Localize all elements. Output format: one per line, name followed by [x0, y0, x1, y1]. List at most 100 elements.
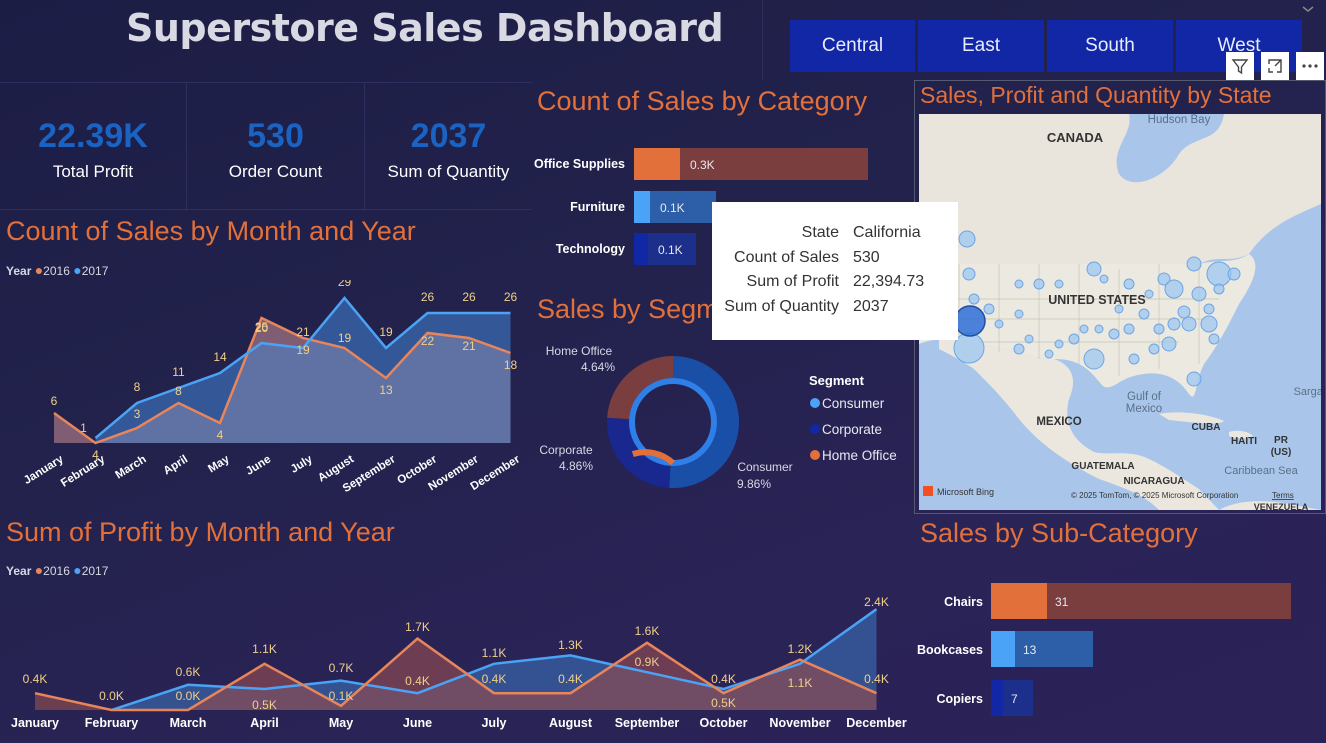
state-bubble — [1086, 261, 1102, 277]
segment-donut-chart[interactable]: Home Office 4.64% Corporate 4.86% Consumer 9.… — [532, 340, 914, 510]
data-label-2017: 21 — [296, 325, 310, 339]
state-bubble — [1013, 343, 1025, 355]
data-label-2017: 1.1K — [482, 646, 507, 660]
legend-title: Year — [6, 264, 32, 278]
focus-mode-icon[interactable] — [1261, 52, 1289, 80]
count-month-chart[interactable]: 64138 81141420251921 19291319222621261826J… — [0, 280, 532, 510]
subcategory-label: Copiers — [936, 692, 983, 706]
map-label-canada: CANADA — [1047, 130, 1104, 145]
state-bubble — [962, 267, 976, 281]
tooltip-value: 2037 — [853, 297, 889, 315]
state-bubble — [1044, 349, 1054, 359]
subcategory-bar-chart[interactable]: Chairs 31 Bookcases 13 Copiers 7 — [914, 570, 1326, 740]
slicer-option-central[interactable]: Central — [790, 20, 915, 72]
map-label-us: UNITED STATES — [1048, 293, 1145, 307]
x-tick-label: July — [289, 453, 315, 476]
subcategory-bar — [991, 583, 1047, 619]
map-label-caribbean: Caribbean Sea — [1224, 465, 1298, 477]
kpi-sum-quantity: 2037 Sum of Quantity — [365, 83, 532, 211]
legend-label-2017[interactable]: 2017 — [82, 564, 109, 578]
subcategory-label: Bookcases — [917, 643, 983, 657]
state-bubble — [1186, 256, 1202, 272]
x-tick-label: April — [162, 453, 191, 477]
data-label-2016: 0.4K — [711, 672, 736, 686]
category-chart-title: Count of Sales by Category — [537, 86, 868, 116]
state-map-visual: Sales, Profit and Quantity by State CANA… — [914, 80, 1326, 514]
tooltip-key: Sum of Quantity — [724, 297, 839, 315]
data-label-extra: 0.0K — [176, 689, 201, 703]
state-bubble — [1079, 324, 1089, 334]
x-tick-label: March — [114, 453, 149, 481]
x-tick-label: April — [250, 716, 278, 730]
map-label-venezuela: VENEZUELA — [1254, 502, 1309, 510]
subcategory-value-label: 7 — [1011, 692, 1018, 706]
state-bubble — [1227, 267, 1241, 281]
tooltip-value: 530 — [853, 248, 880, 266]
tooltip-key: Count of Sales — [734, 248, 839, 266]
data-label-2016: 1.2K — [788, 642, 813, 656]
subcategory-bar — [991, 631, 1015, 667]
legend-label-2016[interactable]: 2016 — [43, 264, 70, 278]
state-bubble — [1068, 333, 1080, 345]
state-bubble — [1024, 334, 1034, 344]
x-tick-label: May — [329, 716, 353, 730]
legend-dot-2016: ● — [34, 562, 44, 578]
more-options-icon[interactable] — [1296, 52, 1324, 80]
data-label-2016: 1.7K — [405, 620, 430, 634]
kpi-total-profit: 22.39K Total Profit — [0, 83, 187, 211]
legend-label: Home Office — [822, 448, 897, 463]
state-bubble — [958, 230, 976, 248]
kpi-value: 530 — [247, 117, 304, 155]
state-bubble — [1054, 279, 1064, 289]
category-value-label: 0.1K — [660, 201, 685, 215]
state-map[interactable]: CANADA Hudson Bay UNITED STATES MEXICO Gulf … — [919, 114, 1321, 510]
map-label-mexico: MEXICO — [1036, 416, 1081, 428]
count-month-title: Count of Sales by Month and Year — [6, 216, 416, 246]
tooltip-row: State California — [712, 224, 958, 249]
x-tick-label: November — [769, 716, 830, 730]
state-bubble-selected — [954, 305, 986, 337]
state-bubble — [1138, 308, 1150, 320]
data-label-2016: 4 — [217, 428, 224, 442]
slice-pct-consumer: 9.86% — [737, 477, 771, 491]
map-label-haiti: HAITI — [1231, 436, 1257, 447]
data-label-2016: 8 — [175, 384, 182, 398]
state-bubble — [1191, 286, 1207, 302]
legend-label-2017[interactable]: 2017 — [82, 264, 109, 278]
slice-label-consumer: Consumer — [737, 460, 792, 474]
state-bubble — [1123, 323, 1135, 335]
x-tick-label: January — [11, 716, 59, 730]
kpi-label: Sum of Quantity — [387, 162, 510, 181]
legend-dot-2017: ● — [73, 562, 82, 578]
legend-label: Corporate — [822, 422, 882, 437]
map-label-gulf-2: Mexico — [1126, 403, 1162, 415]
segment-chart-title: Sales by Segm — [537, 294, 719, 324]
data-label-2017: 14 — [213, 350, 227, 364]
category-bar — [634, 148, 680, 180]
tooltip-row: Sum of Quantity 2037 — [712, 298, 958, 323]
data-label-2017: 0.5K — [252, 698, 277, 712]
state-bubble — [983, 303, 995, 315]
data-label-2016: 1.1K — [252, 642, 277, 656]
legend-label-2016[interactable]: 2016 — [43, 564, 70, 578]
tooltip-row: Count of Sales 530 — [712, 249, 958, 274]
chevron-down-icon[interactable] — [1301, 2, 1315, 16]
bing-logo-icon — [923, 486, 933, 496]
slicer-option-east[interactable]: East — [918, 20, 1044, 72]
state-bubble — [1014, 309, 1024, 319]
map-label-nicaragua: NICARAGUA — [1123, 476, 1184, 487]
profit-month-chart[interactable]: 0.4K 0.0K 0.6K 0.0K 1.1K 0.5K 0.7K 0.1K 1.7K 0.4K… — [0, 585, 914, 743]
data-label-2016: 0.4K — [23, 672, 48, 686]
page-title: Superstore Sales Dashboard — [126, 6, 724, 50]
donut-slice — [669, 356, 739, 488]
map-terms-link: Terms — [1272, 491, 1294, 500]
data-label-2017: 0.0K — [99, 689, 124, 703]
data-label-2017: 26 — [421, 290, 435, 304]
filter-icon[interactable] — [1226, 52, 1254, 80]
data-label-2017: 0.1K — [329, 689, 354, 703]
subcategory-label: Chairs — [944, 595, 983, 609]
slicer-option-south[interactable]: South — [1047, 20, 1173, 72]
data-label-2017: 0.9K — [635, 655, 660, 669]
state-bubble — [1164, 279, 1184, 299]
category-label: Technology — [556, 242, 625, 256]
